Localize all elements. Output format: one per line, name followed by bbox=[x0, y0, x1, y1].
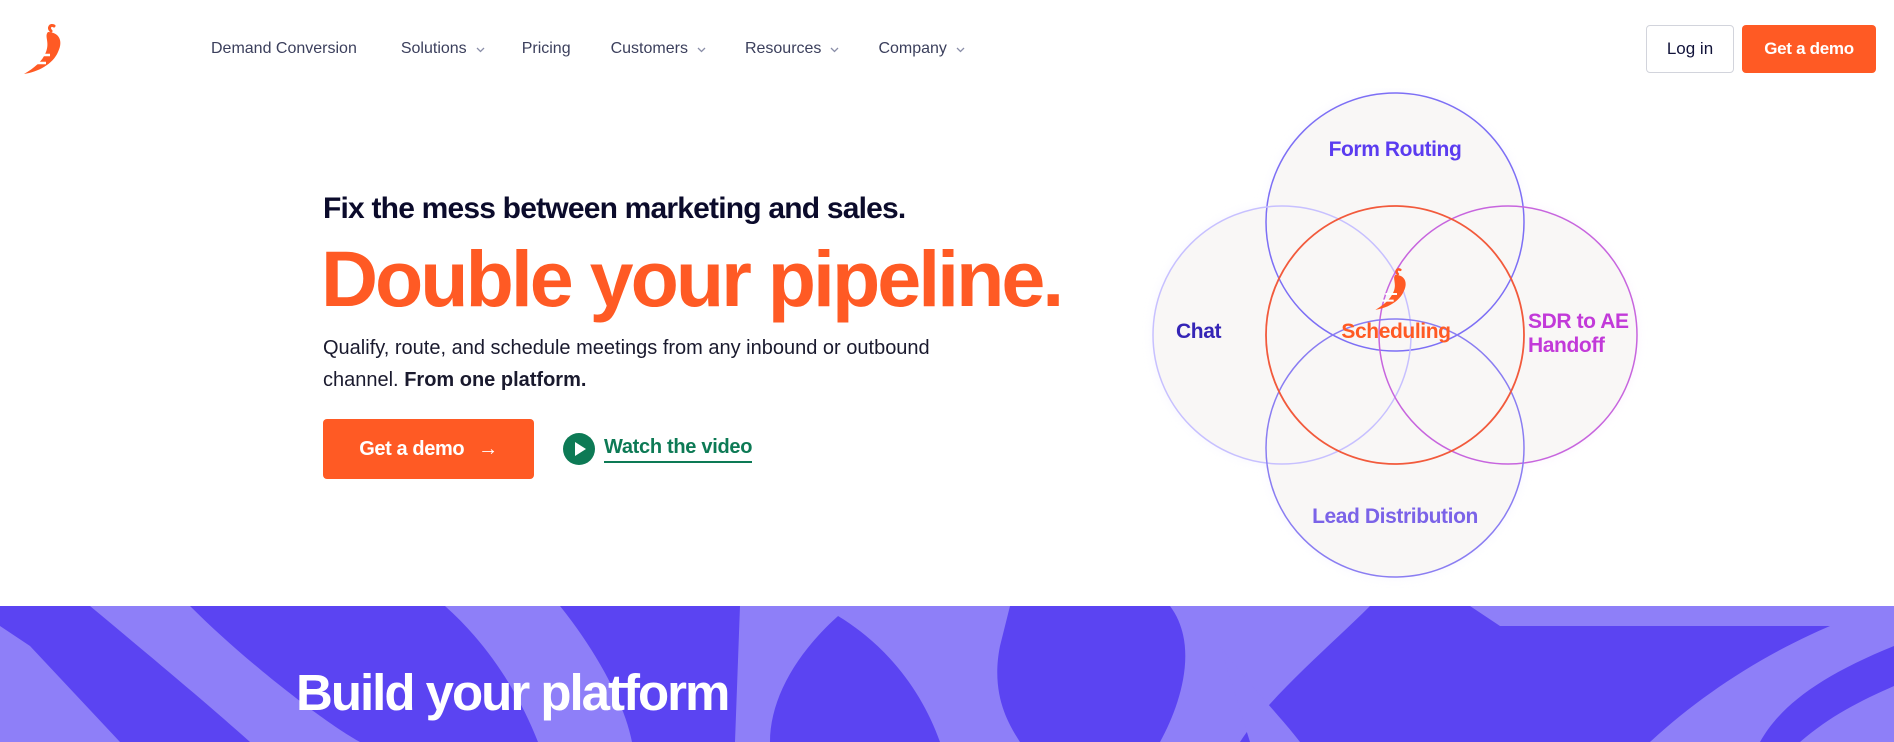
decorative-waves bbox=[0, 606, 1894, 742]
nav-label: Company bbox=[878, 40, 947, 57]
watch-video-link[interactable]: Watch the video bbox=[563, 433, 752, 465]
nav-label: Pricing bbox=[521, 40, 571, 57]
main-nav: Demand Conversion Solutions Pricing Cust… bbox=[211, 38, 966, 60]
login-button[interactable]: Log in bbox=[1646, 25, 1734, 73]
watch-video-label: Watch the video bbox=[604, 436, 752, 463]
nav-label: Customers bbox=[610, 40, 688, 57]
hero-subtext-bold: From one platform. bbox=[404, 369, 587, 391]
venn-label-lead-distribution: Lead Distribution bbox=[1312, 505, 1478, 528]
venn-label-form-routing: Form Routing bbox=[1328, 138, 1462, 161]
venn-label-sdr-handoff: SDR to AE Handoff bbox=[1528, 310, 1629, 357]
chili-pepper-icon bbox=[1375, 268, 1406, 310]
venn-label-scheduling: Scheduling bbox=[1341, 320, 1451, 343]
venn-label-chat: Chat bbox=[1176, 320, 1222, 343]
nav-solutions[interactable]: Solutions bbox=[401, 40, 486, 58]
chevron-down-icon bbox=[697, 47, 706, 52]
get-demo-button-hero[interactable]: Get a demo → bbox=[323, 419, 534, 479]
hero-eyebrow: Fix the mess between marketing and sales… bbox=[323, 192, 906, 225]
hero-headline: Double your pipeline. bbox=[321, 234, 1064, 323]
platform-section-title: Build your platform bbox=[296, 664, 730, 721]
chevron-down-icon bbox=[956, 47, 965, 52]
nav-label: Resources bbox=[744, 40, 822, 57]
nav-resources[interactable]: Resources bbox=[745, 40, 840, 58]
chili-pepper-logo-icon[interactable] bbox=[20, 22, 68, 76]
hero-subtext: Qualify, route, and schedule meetings fr… bbox=[323, 332, 973, 396]
cta-label: Get a demo bbox=[359, 437, 465, 460]
nav-pricing[interactable]: Pricing bbox=[522, 40, 571, 58]
nav-demand-conversion[interactable]: Demand Conversion bbox=[211, 40, 357, 58]
nav-label: Solutions bbox=[400, 40, 467, 57]
nav-company[interactable]: Company bbox=[878, 40, 965, 58]
play-icon bbox=[563, 433, 595, 465]
nav-customers[interactable]: Customers bbox=[611, 40, 707, 58]
nav-label: Demand Conversion bbox=[211, 40, 357, 57]
arrow-right-icon: → bbox=[478, 437, 498, 460]
chevron-down-icon bbox=[476, 47, 485, 52]
get-demo-button-header[interactable]: Get a demo bbox=[1742, 25, 1876, 73]
platform-section-band bbox=[0, 606, 1894, 742]
chevron-down-icon bbox=[830, 47, 839, 52]
